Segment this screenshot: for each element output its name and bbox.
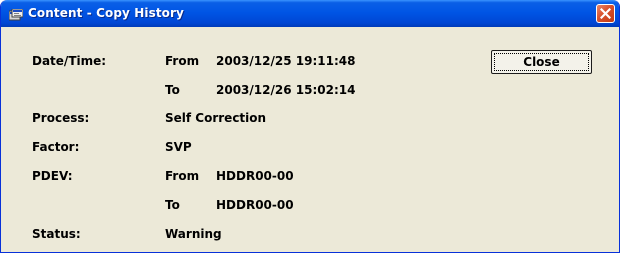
- pdev-label: PDEV:: [32, 169, 73, 183]
- window-close-icon[interactable]: [596, 4, 615, 23]
- process-value: Self Correction: [165, 111, 267, 125]
- copy-history-dialog: Content - Copy History Date/Time: From 2…: [0, 0, 620, 253]
- dialog-body: Date/Time: From 2003/12/25 19:11:48 To 2…: [4, 27, 616, 252]
- pdev-from-label: From: [165, 169, 200, 183]
- factor-label: Factor:: [32, 140, 80, 154]
- close-button[interactable]: Close: [491, 50, 592, 74]
- datetime-to-label: To: [165, 83, 180, 97]
- status-value: Warning: [165, 227, 222, 241]
- pdev-from-value: HDDR00-00: [216, 169, 294, 183]
- app-icon: [8, 7, 24, 21]
- title-bar[interactable]: Content - Copy History: [1, 0, 619, 27]
- datetime-from-label: From: [165, 54, 200, 68]
- close-button-label: Close: [494, 53, 589, 71]
- datetime-from-value: 2003/12/25 19:11:48: [216, 54, 356, 68]
- pdev-to-value: HDDR00-00: [216, 198, 294, 212]
- datetime-to-value: 2003/12/26 15:02:14: [216, 83, 356, 97]
- status-label: Status:: [32, 227, 81, 241]
- factor-value: SVP: [165, 140, 192, 154]
- process-label: Process:: [32, 111, 90, 125]
- datetime-label: Date/Time:: [32, 54, 107, 68]
- pdev-to-label: To: [165, 198, 180, 212]
- window-title: Content - Copy History: [28, 6, 184, 20]
